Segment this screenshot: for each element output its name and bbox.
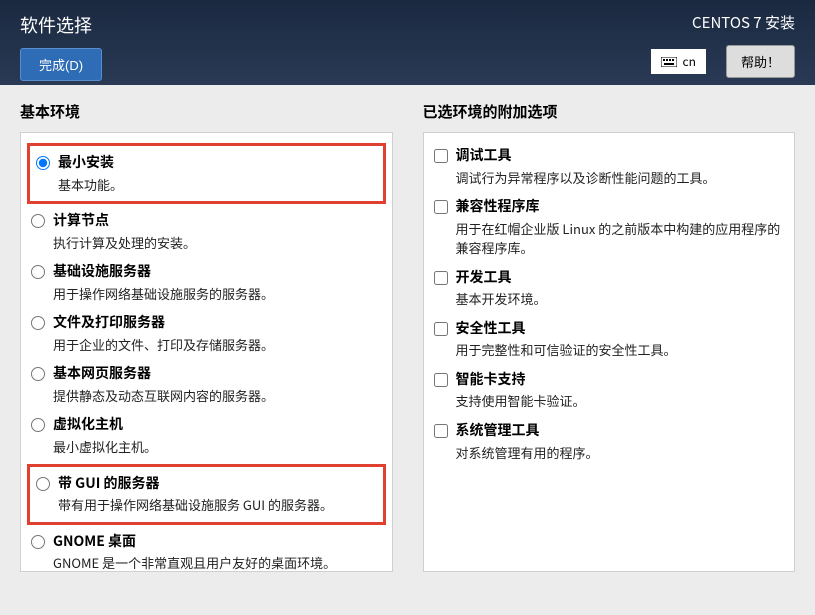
addon-desc: 支持使用智能卡验证。 xyxy=(456,391,785,411)
env-option-compute[interactable]: 计算节点 执行计算及处理的安装。 xyxy=(27,206,386,257)
env-label: 虚拟化主机 xyxy=(53,415,382,435)
env-option-minimal[interactable]: 最小安装 基本功能。 xyxy=(32,148,381,199)
env-label: 最小安装 xyxy=(58,153,377,173)
addon-desc: 调试行为异常程序以及诊断性能问题的工具。 xyxy=(456,168,785,188)
addon-desc: 对系统管理有用的程序。 xyxy=(456,443,785,463)
env-desc: 最小虚拟化主机。 xyxy=(53,437,382,457)
addon-option-debug[interactable]: 调试工具 调试行为异常程序以及诊断性能问题的工具。 xyxy=(430,141,789,192)
highlight-gui-server: 带 GUI 的服务器 带有用于操作网络基础设施服务 GUI 的服务器。 xyxy=(27,464,386,525)
env-desc: GNOME 是一个非常直观且用户友好的桌面环境。 xyxy=(53,553,382,572)
addon-checkbox[interactable] xyxy=(434,149,448,163)
addon-checkbox[interactable] xyxy=(434,322,448,336)
addon-label: 智能卡支持 xyxy=(456,370,785,390)
addon-label: 兼容性程序库 xyxy=(456,197,785,217)
addons-panel: 已选环境的附加选项 调试工具 调试行为异常程序以及诊断性能问题的工具。 兼容性程… xyxy=(423,101,796,599)
help-button[interactable]: 帮助！ xyxy=(726,45,795,78)
env-desc: 用于企业的文件、打印及存储服务器。 xyxy=(53,335,382,355)
header-right: CENTOS 7 安装 cn 帮助！ xyxy=(651,12,795,78)
env-label: 文件及打印服务器 xyxy=(53,313,382,333)
env-radio[interactable] xyxy=(31,418,45,432)
addon-label: 安全性工具 xyxy=(456,319,785,339)
env-desc: 带有用于操作网络基础设施服务 GUI 的服务器。 xyxy=(58,495,377,515)
env-radio[interactable] xyxy=(31,214,45,228)
env-desc: 基本功能。 xyxy=(58,175,377,195)
env-label: GNOME 桌面 xyxy=(53,532,382,552)
env-option-gui-server[interactable]: 带 GUI 的服务器 带有用于操作网络基础设施服务 GUI 的服务器。 xyxy=(32,469,381,520)
addon-option-compat[interactable]: 兼容性程序库 用于在红帽企业版 Linux 的之前版本中构建的应用程序的兼容程序… xyxy=(430,192,789,263)
addon-desc: 基本开发环境。 xyxy=(456,289,785,309)
keyboard-layout-indicator[interactable]: cn xyxy=(651,49,706,74)
env-radio[interactable] xyxy=(31,316,45,330)
highlight-minimal: 最小安装 基本功能。 xyxy=(27,143,386,204)
env-radio[interactable] xyxy=(36,477,50,491)
env-option-fileprint[interactable]: 文件及打印服务器 用于企业的文件、打印及存储服务器。 xyxy=(27,308,386,359)
env-radio[interactable] xyxy=(31,535,45,549)
env-radio[interactable] xyxy=(31,265,45,279)
addon-desc: 用于在红帽企业版 Linux 的之前版本中构建的应用程序的兼容程序库。 xyxy=(456,219,785,258)
base-env-title: 基本环境 xyxy=(20,101,393,122)
installer-header: 软件选择 完成(D) CENTOS 7 安装 cn 帮助！ xyxy=(0,0,815,85)
env-label: 基础设施服务器 xyxy=(53,262,382,282)
env-label: 带 GUI 的服务器 xyxy=(58,474,377,494)
addon-checkbox[interactable] xyxy=(434,271,448,285)
env-label: 基本网页服务器 xyxy=(53,364,382,384)
addon-option-dev[interactable]: 开发工具 基本开发环境。 xyxy=(430,263,789,314)
addon-checkbox[interactable] xyxy=(434,424,448,438)
env-radio[interactable] xyxy=(36,156,50,170)
addon-option-sysadmin[interactable]: 系统管理工具 对系统管理有用的程序。 xyxy=(430,416,789,467)
addons-title: 已选环境的附加选项 xyxy=(423,101,796,122)
done-button[interactable]: 完成(D) xyxy=(20,48,102,81)
base-environment-panel: 基本环境 最小安装 基本功能。 计算节点 执行计算及处理的安装。 xyxy=(20,101,393,599)
content-area: 基本环境 最小安装 基本功能。 计算节点 执行计算及处理的安装。 xyxy=(0,85,815,615)
addon-desc: 用于完整性和可信验证的安全性工具。 xyxy=(456,340,785,360)
env-radio[interactable] xyxy=(31,367,45,381)
addon-label: 调试工具 xyxy=(456,146,785,166)
env-option-virt[interactable]: 虚拟化主机 最小虚拟化主机。 xyxy=(27,410,386,461)
base-env-list[interactable]: 最小安装 基本功能。 计算节点 执行计算及处理的安装。 基础设施服务器 用于操作… xyxy=(20,132,393,572)
addon-option-smartcard[interactable]: 智能卡支持 支持使用智能卡验证。 xyxy=(430,365,789,416)
addons-list[interactable]: 调试工具 调试行为异常程序以及诊断性能问题的工具。 兼容性程序库 用于在红帽企业… xyxy=(423,132,796,572)
keyboard-layout-text: cn xyxy=(683,53,696,70)
keyboard-icon xyxy=(661,57,677,67)
addon-checkbox[interactable] xyxy=(434,200,448,214)
env-option-web[interactable]: 基本网页服务器 提供静态及动态互联网内容的服务器。 xyxy=(27,359,386,410)
env-desc: 提供静态及动态互联网内容的服务器。 xyxy=(53,386,382,406)
env-option-gnome[interactable]: GNOME 桌面 GNOME 是一个非常直观且用户友好的桌面环境。 xyxy=(27,527,386,572)
addon-option-security[interactable]: 安全性工具 用于完整性和可信验证的安全性工具。 xyxy=(430,314,789,365)
install-title: CENTOS 7 安装 xyxy=(651,12,795,33)
env-option-infra[interactable]: 基础设施服务器 用于操作网络基础设施服务的服务器。 xyxy=(27,257,386,308)
env-label: 计算节点 xyxy=(53,211,382,231)
addon-label: 开发工具 xyxy=(456,268,785,288)
addon-checkbox[interactable] xyxy=(434,373,448,387)
addon-label: 系统管理工具 xyxy=(456,421,785,441)
env-desc: 执行计算及处理的安装。 xyxy=(53,233,382,253)
env-desc: 用于操作网络基础设施服务的服务器。 xyxy=(53,284,382,304)
